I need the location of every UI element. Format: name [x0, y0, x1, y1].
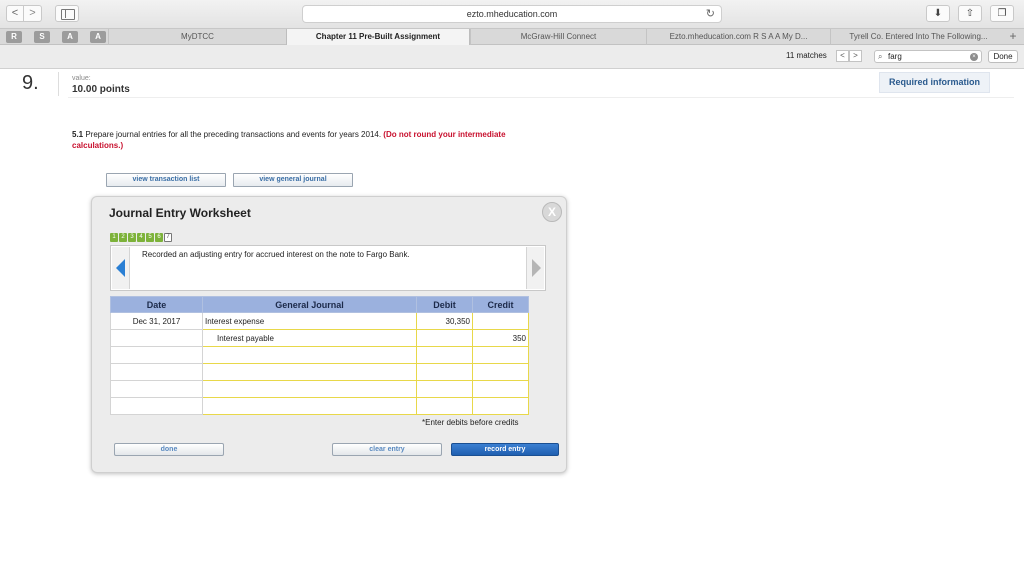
reload-icon[interactable]: ↻	[706, 7, 715, 21]
instruction-text: 5.1 Prepare journal entries for all the …	[72, 129, 542, 151]
date-cell[interactable]: Dec 31, 2017	[110, 312, 203, 330]
find-nav: < >	[836, 50, 862, 62]
transaction-description-box: Recorded an adjusting entry for accrued …	[110, 245, 546, 291]
worksheet-title: Journal Entry Worksheet	[109, 206, 251, 220]
header-divider	[68, 97, 1014, 98]
date-cell[interactable]	[110, 397, 203, 415]
account-cell[interactable]	[202, 346, 417, 364]
table-row: Dec 31, 2017 Interest expense 30,350	[110, 312, 529, 330]
column-header-general-journal: General Journal	[202, 296, 417, 313]
points-value: 10.00 points	[72, 84, 130, 95]
account-cell[interactable]: Interest expense	[202, 312, 417, 330]
url-text: ezto.mheducation.com	[466, 9, 558, 19]
browser-toolbar: < > ezto.mheducation.com ↻ ⬇ ⇧ ❐	[0, 0, 1024, 28]
journal-table: Date General Journal Debit Credit Dec 31…	[110, 296, 529, 415]
previous-arrow-icon[interactable]	[112, 247, 130, 289]
step-3[interactable]: 3	[128, 233, 136, 242]
find-prev-button[interactable]: <	[836, 50, 849, 62]
table-row	[110, 380, 529, 398]
tab-tyrell-co[interactable]: Tyrell Co. Entered Into The Following...	[830, 29, 1006, 45]
column-header-date: Date	[110, 296, 203, 313]
date-cell[interactable]	[110, 363, 203, 381]
tab-mcgraw-hill-connect[interactable]: McGraw-Hill Connect	[470, 29, 646, 45]
search-icon: ⌕	[878, 52, 883, 61]
nav-buttons: < >	[6, 5, 42, 22]
tabs-overview-icon[interactable]: ❐	[990, 5, 1014, 22]
sidebar-toggle-icon[interactable]	[55, 5, 79, 22]
find-query: farg	[888, 52, 902, 61]
next-arrow-icon[interactable]	[526, 247, 544, 289]
browser-chrome: < > ezto.mheducation.com ↻ ⬇ ⇧ ❐ R S A A…	[0, 0, 1024, 69]
credit-cell[interactable]	[472, 397, 529, 415]
bookmark-s[interactable]: S	[34, 31, 50, 43]
share-icon[interactable]: ⇧	[958, 5, 982, 22]
credit-cell[interactable]	[472, 312, 529, 330]
table-header-row: Date General Journal Debit Credit	[110, 296, 529, 313]
tab-bar: R S A A MyDTCC Chapter 11 Pre-Built Assi…	[0, 28, 1024, 45]
download-icon[interactable]: ⬇	[926, 5, 950, 22]
find-input[interactable]: ⌕ farg ×	[874, 50, 982, 63]
find-done-button[interactable]: Done	[988, 50, 1018, 63]
column-header-credit: Credit	[472, 296, 529, 313]
find-matches-count: 11 matches	[786, 51, 827, 60]
debit-cell[interactable]	[416, 346, 473, 364]
required-information-button[interactable]: Required information	[879, 72, 990, 93]
step-2[interactable]: 2	[119, 233, 127, 242]
question-number: 9.	[22, 72, 39, 94]
bookmark-a-2[interactable]: A	[90, 31, 106, 43]
journal-entry-worksheet: Journal Entry Worksheet X 1 2 3 4 5 6 7 …	[91, 196, 567, 473]
find-bar: 11 matches < > ⌕ farg × Done	[0, 46, 1024, 68]
debit-cell[interactable]: 30,350	[416, 312, 473, 330]
date-cell[interactable]	[110, 346, 203, 364]
account-cell[interactable]	[202, 363, 417, 381]
tab-chapter-11[interactable]: Chapter 11 Pre-Built Assignment	[286, 29, 470, 45]
step-7-current[interactable]: 7	[164, 233, 172, 242]
instruction-body: Prepare journal entries for all the prec…	[83, 130, 384, 139]
bookmark-r[interactable]: R	[6, 31, 22, 43]
close-icon[interactable]: X	[542, 202, 562, 222]
debit-cell[interactable]	[416, 329, 473, 347]
credit-cell[interactable]	[472, 363, 529, 381]
address-bar[interactable]: ezto.mheducation.com ↻	[302, 5, 722, 23]
view-transaction-list-button[interactable]: view transaction list	[106, 173, 226, 187]
debit-cell[interactable]	[416, 397, 473, 415]
credit-cell[interactable]	[472, 380, 529, 398]
bookmark-a[interactable]: A	[62, 31, 78, 43]
step-6[interactable]: 6	[155, 233, 163, 242]
table-row	[110, 397, 529, 415]
table-row	[110, 346, 529, 364]
step-indicator: 1 2 3 4 5 6 7	[110, 233, 172, 242]
tab-mydtcc[interactable]: MyDTCC	[108, 29, 286, 45]
credit-cell[interactable]	[472, 346, 529, 364]
clear-search-icon[interactable]: ×	[970, 53, 978, 61]
record-entry-button[interactable]: record entry	[451, 443, 559, 456]
credit-cell[interactable]: 350	[472, 329, 529, 347]
forward-button[interactable]: >	[24, 5, 42, 22]
debit-cell[interactable]	[416, 363, 473, 381]
instruction-number: 5.1	[72, 130, 84, 139]
view-general-journal-button[interactable]: view general journal	[233, 173, 353, 187]
table-row	[110, 363, 529, 381]
clear-entry-button[interactable]: clear entry	[332, 443, 442, 456]
table-row: Interest payable 350	[110, 329, 529, 347]
step-1[interactable]: 1	[110, 233, 118, 242]
date-cell[interactable]	[110, 380, 203, 398]
new-tab-button[interactable]: +	[1006, 29, 1020, 44]
account-cell[interactable]: Interest payable	[202, 329, 417, 347]
date-cell[interactable]	[110, 329, 203, 347]
question-divider	[58, 72, 59, 96]
back-button[interactable]: <	[6, 5, 24, 22]
done-button[interactable]: done	[114, 443, 224, 456]
column-header-debit: Debit	[416, 296, 473, 313]
account-cell[interactable]	[202, 380, 417, 398]
debit-cell[interactable]	[416, 380, 473, 398]
value-label: value:	[72, 75, 91, 82]
account-cell[interactable]	[202, 397, 417, 415]
transaction-description: Recorded an adjusting entry for accrued …	[142, 250, 410, 259]
find-next-button[interactable]: >	[849, 50, 862, 62]
debits-before-credits-note: *Enter debits before credits	[422, 418, 519, 427]
step-5[interactable]: 5	[146, 233, 154, 242]
tab-ezto[interactable]: Ezto.mheducation.com R S A A My D...	[646, 29, 830, 45]
step-4[interactable]: 4	[137, 233, 145, 242]
